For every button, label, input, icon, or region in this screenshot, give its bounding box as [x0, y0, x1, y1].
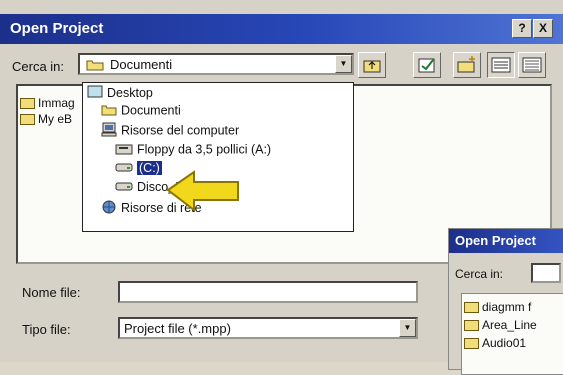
help-button[interactable]: ?: [512, 19, 532, 38]
new-folder-button[interactable]: [453, 52, 481, 78]
favorites-icon: [414, 58, 440, 80]
dialog-title: Open Project: [10, 20, 104, 37]
dropdown-item-documenti[interactable]: Documenti: [101, 103, 181, 119]
dropdown-item-floppy[interactable]: Floppy da 3,5 pollici (A:): [115, 142, 271, 158]
look-in-label: Cerca in:: [12, 59, 65, 74]
floppy-icon: [115, 142, 133, 158]
dropdown-item-label: (C:): [137, 161, 162, 175]
second-look-in-combo[interactable]: [531, 263, 561, 283]
details-view-button[interactable]: [518, 52, 546, 78]
file-name: diagmm f: [482, 300, 532, 314]
filetype-select[interactable]: Project file (*.mpp) ▼: [118, 317, 418, 339]
look-in-combo[interactable]: Documenti ▼: [78, 53, 354, 75]
dropdown-item-desktop[interactable]: Desktop: [87, 85, 153, 102]
list-view-button[interactable]: [487, 52, 515, 78]
list-item[interactable]: Audio01: [464, 336, 526, 350]
highlight-arrow-icon: [164, 166, 242, 219]
folder-icon: [20, 114, 35, 126]
open-project-dialog: Open Project ? X Cerca in: Documenti ▼ I…: [0, 0, 563, 375]
file-name: My eB: [38, 112, 73, 126]
filename-label: Nome file:: [22, 285, 81, 300]
file-name: Area_Line: [482, 318, 537, 332]
up-one-level-button[interactable]: [358, 52, 386, 78]
dropdown-item-label: Risorse del computer: [121, 123, 240, 138]
list-item[interactable]: diagmm f: [464, 300, 531, 314]
dropdown-item-drive-c[interactable]: (C:): [115, 161, 162, 176]
file-name: Immag: [38, 96, 75, 110]
file-icon: [464, 302, 479, 314]
computer-icon: [101, 122, 117, 140]
network-icon: [101, 200, 117, 217]
file-name: Audio01: [482, 336, 527, 350]
chevron-down-icon[interactable]: ▼: [399, 319, 416, 337]
hard-drive-icon: [115, 180, 133, 195]
folder-icon: [20, 98, 35, 110]
second-look-in-label: Cerca in:: [455, 267, 504, 281]
dropdown-item-label: Desktop: [107, 85, 153, 100]
title-bar: Open Project ? X: [0, 14, 563, 44]
dropdown-item-label: Floppy da 3,5 pollici (A:): [137, 142, 272, 157]
list-item[interactable]: My eB: [20, 112, 72, 126]
chevron-down-icon[interactable]: ▼: [335, 55, 352, 73]
filetype-label: Tipo file:: [22, 322, 71, 337]
second-open-project-dialog: Open Project Cerca in: diagmm f Area_Lin…: [448, 228, 563, 375]
new-folder-icon: [454, 56, 480, 80]
folder-open-icon: [101, 103, 117, 119]
filetype-value: Project file (*.mpp): [124, 321, 231, 336]
folder-open-icon: [86, 58, 104, 74]
second-file-list[interactable]: diagmm f Area_Line Audio01: [461, 293, 563, 375]
list-view-icon: [488, 57, 514, 80]
second-title-bar: Open Project: [449, 229, 563, 253]
list-item[interactable]: Immag: [20, 96, 75, 110]
look-in-value: Documenti: [110, 57, 173, 72]
desktop-icon: [87, 85, 103, 102]
filename-input[interactable]: [118, 281, 418, 303]
details-view-icon: [519, 57, 545, 80]
close-button[interactable]: X: [533, 19, 553, 38]
favorites-button[interactable]: [413, 52, 441, 78]
dropdown-item-computer[interactable]: Risorse del computer: [101, 122, 239, 140]
up-folder-icon: [359, 60, 385, 80]
dropdown-item-label: Documenti: [121, 103, 181, 118]
hard-drive-icon: [115, 161, 133, 176]
folder-icon: [464, 338, 479, 350]
list-item[interactable]: Area_Line: [464, 318, 537, 332]
second-dialog-title: Open Project: [455, 233, 536, 248]
file-icon: [464, 320, 479, 332]
